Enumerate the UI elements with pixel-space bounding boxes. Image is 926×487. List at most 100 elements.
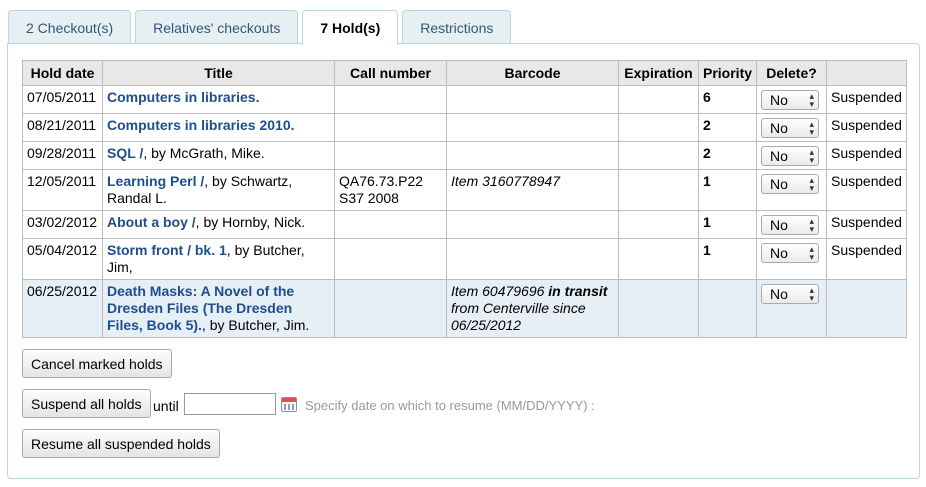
priority-cell: 6 — [697, 85, 758, 114]
transit-detail: from Centerville since 06/25/2012 — [451, 300, 586, 333]
barcode-text: Item 60479696 — [451, 283, 549, 299]
call-number-cell — [334, 113, 447, 142]
barcode-cell — [446, 210, 619, 239]
status-cell: Suspended — [826, 141, 907, 170]
author-text: , by Butcher, Jim. — [201, 317, 310, 333]
select-arrows-icon: ▴ ▾ — [809, 119, 815, 137]
status-cell: Suspended — [826, 169, 907, 211]
suspend-all-holds-button[interactable]: Suspend all holds — [22, 389, 151, 418]
delete-cell: No ▴ ▾ — [756, 279, 828, 338]
status-cell: Suspended — [826, 85, 907, 114]
table-header-row: Hold date Title Call number Barcode Expi… — [22, 60, 907, 86]
resume-date-input[interactable] — [184, 393, 276, 415]
delete-select-value: No — [770, 148, 788, 164]
title-cell: Computers in libraries 2010. — [102, 113, 335, 142]
col-delete: Delete? — [756, 60, 828, 86]
barcode-cell — [446, 238, 619, 280]
priority-cell: 2 — [697, 113, 758, 142]
call-number-cell — [334, 141, 447, 170]
status-cell — [826, 279, 907, 338]
delete-cell: No ▴ ▾ — [756, 85, 828, 114]
delete-select[interactable]: No ▴ ▾ — [761, 243, 820, 263]
expiration-cell — [618, 169, 699, 211]
expiration-cell — [618, 238, 699, 280]
calendar-icon[interactable] — [281, 397, 297, 412]
title-cell: Learning Perl /, by Schwartz, Randal L. — [102, 169, 335, 211]
col-expiration: Expiration — [618, 60, 699, 86]
barcode-cell — [446, 85, 619, 114]
title-link[interactable]: About a boy / — [107, 214, 196, 230]
col-call-number: Call number — [334, 60, 447, 86]
until-label: until — [153, 398, 179, 414]
select-arrows-icon: ▴ ▾ — [809, 285, 815, 303]
title-link[interactable]: Storm front / bk. 1 — [107, 242, 227, 258]
col-title: Title — [102, 60, 335, 86]
hold-date-cell: 03/02/2012 — [22, 210, 103, 239]
barcode-cell — [446, 141, 619, 170]
col-status — [826, 60, 907, 86]
transit-status: in transit — [548, 283, 608, 299]
table-row: 03/02/2012 About a boy /, by Hornby, Nick… — [22, 210, 907, 239]
expiration-cell — [618, 85, 699, 114]
title-link[interactable]: Computers in libraries 2010. — [107, 117, 295, 133]
delete-select[interactable]: No ▴ ▾ — [761, 284, 820, 304]
col-barcode: Barcode — [446, 60, 619, 86]
author-text: , by McGrath, Mike. — [143, 145, 265, 161]
holds-panel: Hold date Title Call number Barcode Expi… — [7, 43, 920, 479]
tab-checkouts[interactable]: 2 Checkout(s) — [8, 10, 132, 44]
delete-cell: No ▴ ▾ — [756, 210, 828, 239]
col-hold-date: Hold date — [22, 60, 103, 86]
cancel-marked-holds-button[interactable]: Cancel marked holds — [22, 349, 172, 378]
delete-select[interactable]: No ▴ ▾ — [761, 118, 820, 138]
title-link[interactable]: Learning Perl / — [107, 173, 204, 189]
delete-cell: No ▴ ▾ — [756, 169, 828, 211]
table-row: 06/25/2012 Death Masks: A Novel of the Dr… — [22, 279, 907, 338]
title-cell: Storm front / bk. 1, by Butcher, Jim, — [102, 238, 335, 280]
delete-cell: No ▴ ▾ — [756, 238, 828, 280]
tab-holds[interactable]: 7 Hold(s) — [302, 10, 399, 45]
status-cell: Suspended — [826, 238, 907, 280]
expiration-cell — [618, 210, 699, 239]
hold-date-cell: 08/21/2011 — [22, 113, 103, 142]
title-cell: SQL /, by McGrath, Mike. — [102, 141, 335, 170]
delete-select-value: No — [770, 245, 788, 261]
author-text: , by Hornby, Nick. — [195, 214, 306, 230]
tab-restrictions[interactable]: Restrictions — [402, 10, 512, 44]
select-arrows-icon: ▴ ▾ — [809, 175, 815, 193]
priority-cell: 1 — [697, 210, 758, 239]
title-link[interactable]: SQL / — [107, 145, 143, 161]
priority-cell — [697, 279, 758, 338]
title-cell: Death Masks: A Novel of the Dresden File… — [102, 279, 335, 338]
hold-date-cell: 07/05/2011 — [22, 85, 103, 114]
barcode-cell: Item 60479696 in transit from Centervill… — [446, 279, 619, 338]
barcode-text: Item 3160778947 — [451, 173, 560, 189]
priority-cell: 1 — [697, 238, 758, 280]
delete-cell: No ▴ ▾ — [756, 113, 828, 142]
hold-date-cell: 09/28/2011 — [22, 141, 103, 170]
table-row: 05/04/2012 Storm front / bk. 1, by Butche… — [22, 238, 907, 280]
delete-select[interactable]: No ▴ ▾ — [761, 174, 820, 194]
title-link[interactable]: Computers in libraries. — [107, 89, 259, 105]
tab-bar: 2 Checkout(s) Relatives' checkouts 7 Hol… — [8, 10, 515, 45]
delete-select[interactable]: No ▴ ▾ — [761, 146, 820, 166]
delete-select-value: No — [770, 120, 788, 136]
hold-date-cell: 12/05/2011 — [22, 169, 103, 211]
select-arrows-icon: ▴ ▾ — [809, 216, 815, 234]
call-number-cell — [334, 279, 447, 338]
delete-select[interactable]: No ▴ ▾ — [761, 90, 820, 110]
tab-relatives-checkouts[interactable]: Relatives' checkouts — [135, 10, 299, 44]
delete-select[interactable]: No ▴ ▾ — [761, 215, 820, 235]
expiration-cell — [618, 279, 699, 338]
resume-all-suspended-holds-button[interactable]: Resume all suspended holds — [22, 429, 220, 458]
priority-cell: 1 — [697, 169, 758, 211]
call-number-cell — [334, 85, 447, 114]
barcode-cell — [446, 113, 619, 142]
call-number-cell: QA76.73.P22 S37 2008 — [334, 169, 447, 211]
select-arrows-icon: ▴ ▾ — [809, 91, 815, 109]
delete-select-value: No — [770, 176, 788, 192]
expiration-cell — [618, 113, 699, 142]
table-row: 09/28/2011 SQL /, by McGrath, Mike. 2 No ▴ ▾ S… — [22, 141, 907, 170]
call-number-cell — [334, 210, 447, 239]
hold-date-cell: 05/04/2012 — [22, 238, 103, 280]
select-arrows-icon: ▴ ▾ — [809, 244, 815, 262]
